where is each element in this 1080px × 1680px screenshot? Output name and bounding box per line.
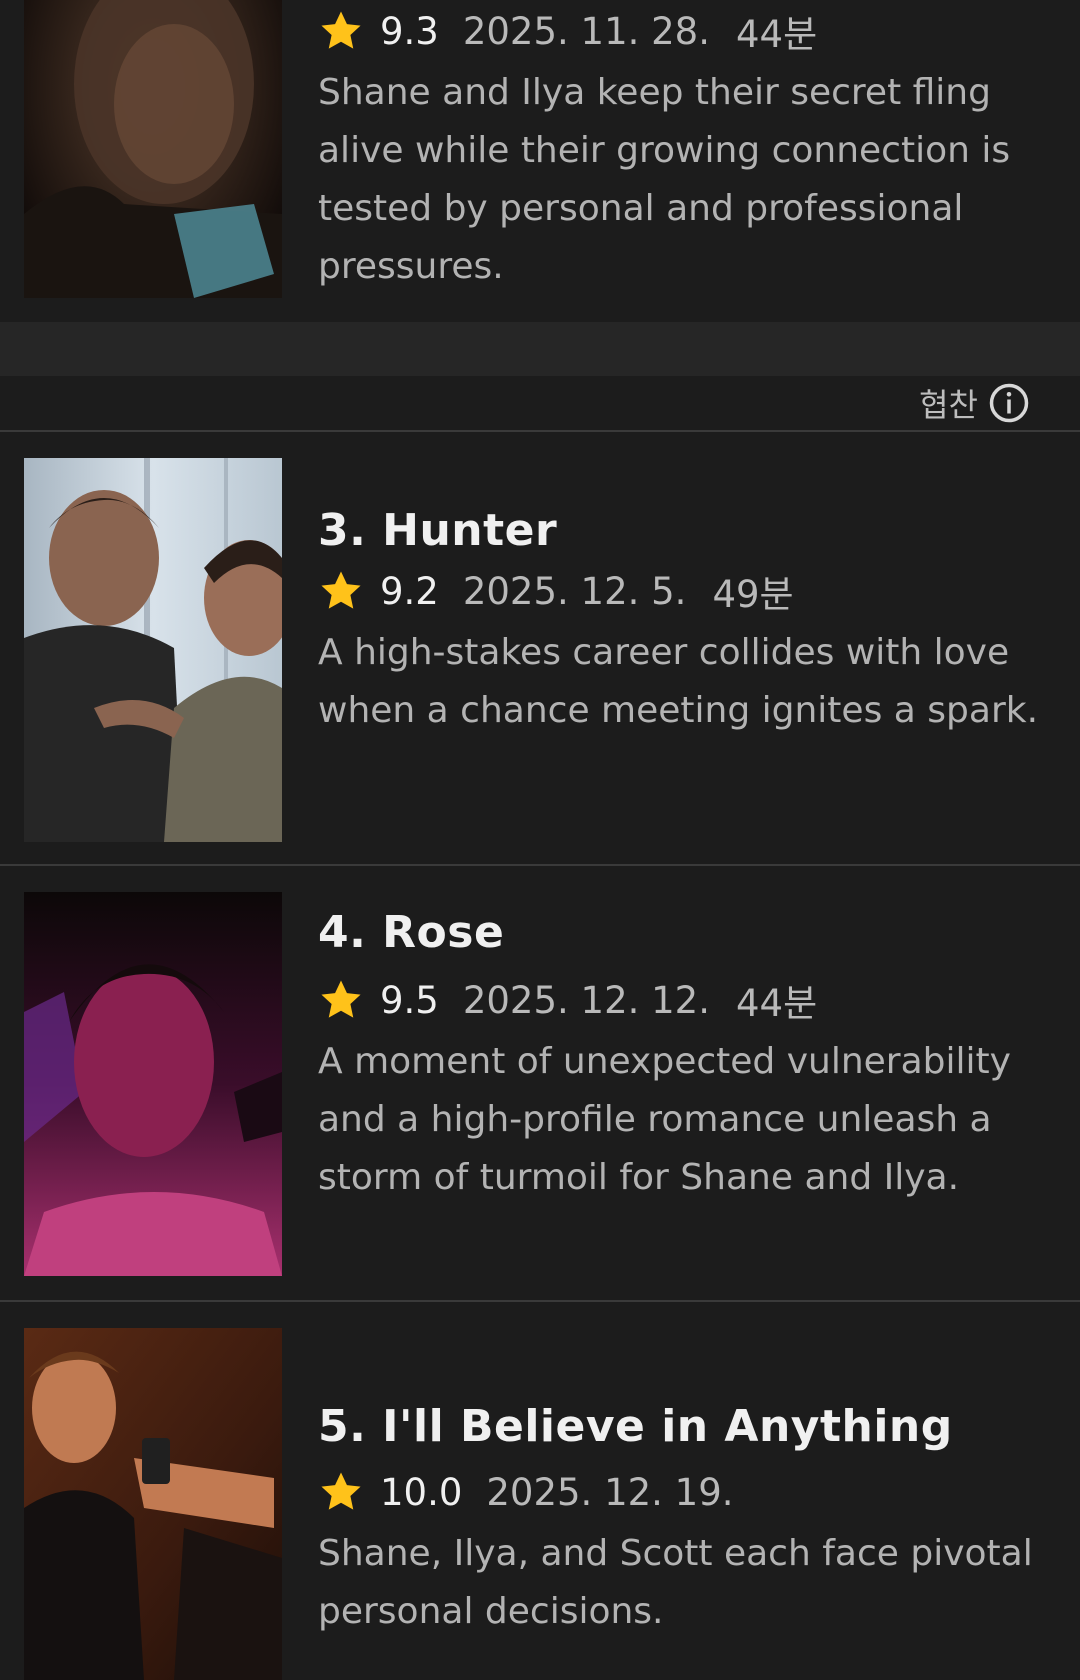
section-gap bbox=[0, 322, 1080, 376]
episode-meta: 9.5 2025. 12. 12. 44분 bbox=[318, 971, 1048, 1029]
episode-rating: 9.5 bbox=[380, 978, 439, 1022]
episode-description: Shane and Ilya keep their secret fling a… bbox=[318, 72, 1011, 287]
divider bbox=[0, 430, 1080, 432]
sponsor-text: 협찬 bbox=[919, 386, 978, 424]
episode-thumbnail[interactable] bbox=[24, 458, 282, 842]
sponsor-label[interactable]: 협찬 bbox=[919, 380, 1030, 426]
episode-info: 4. Rose 9.5 2025. 12. 12. 44분 A moment o… bbox=[318, 902, 1048, 1207]
episode-item-5[interactable]: 5. I'll Believe in Anything 10.0 2025. 1… bbox=[0, 1302, 1080, 1680]
episode-rating: 9.2 bbox=[380, 569, 439, 613]
episode-item-4[interactable]: 4. Rose 9.5 2025. 12. 12. 44분 A moment o… bbox=[0, 866, 1080, 1300]
episode-info: 5. I'll Believe in Anything 10.0 2025. 1… bbox=[318, 1396, 1048, 1641]
star-icon bbox=[321, 11, 361, 49]
episode-info: 9.3 2025. 11. 28. 44분 Shane and Ilya kee… bbox=[318, 2, 1048, 296]
episode-title: 5. I'll Believe in Anything bbox=[318, 1401, 953, 1452]
episode-rating: 10.0 bbox=[380, 1470, 463, 1514]
episode-thumbnail[interactable] bbox=[24, 1328, 282, 1680]
episode-item-2[interactable]: 9.3 2025. 11. 28. 44분 Shane and Ilya kee… bbox=[0, 0, 1080, 322]
episode-title: 3. Hunter bbox=[318, 505, 558, 556]
star-icon bbox=[321, 571, 361, 609]
episode-thumbnail[interactable] bbox=[24, 0, 282, 298]
episode-date: 2025. 12. 19. bbox=[486, 1470, 734, 1514]
episode-list-page: 9.3 2025. 11. 28. 44분 Shane and Ilya kee… bbox=[0, 0, 1080, 1680]
episode-date: 2025. 12. 12. bbox=[462, 978, 710, 1022]
episode-description: A high-stakes career collides with love … bbox=[318, 632, 1039, 731]
episode-description: A moment of unexpected vulnerability and… bbox=[318, 1041, 1011, 1198]
star-icon bbox=[321, 1472, 361, 1510]
episode-thumbnail[interactable] bbox=[24, 892, 282, 1276]
info-icon[interactable] bbox=[988, 382, 1030, 424]
star-icon bbox=[321, 980, 361, 1018]
episode-date: 2025. 12. 5. bbox=[462, 569, 687, 613]
episode-date: 2025. 11. 28. bbox=[462, 9, 710, 53]
episode-duration: 44분 bbox=[735, 982, 818, 1025]
episode-info: 3. Hunter 9.2 2025. 12. 5. 49분 A high-st… bbox=[318, 500, 1048, 740]
episode-duration: 44분 bbox=[735, 13, 818, 56]
episode-meta: 9.2 2025. 12. 5. 49분 bbox=[318, 562, 1048, 620]
episode-meta: 10.0 2025. 12. 19. bbox=[318, 1463, 1048, 1521]
episode-rating: 9.3 bbox=[380, 9, 439, 53]
episode-item-3[interactable]: 3. Hunter 9.2 2025. 12. 5. 49분 A high-st… bbox=[0, 434, 1080, 864]
episode-meta: 9.3 2025. 11. 28. 44분 bbox=[318, 2, 1048, 60]
episode-duration: 49분 bbox=[712, 573, 794, 616]
episode-description: Shane, Ilya, and Scott each face pivotal… bbox=[318, 1533, 1033, 1632]
episode-title: 4. Rose bbox=[318, 907, 505, 958]
